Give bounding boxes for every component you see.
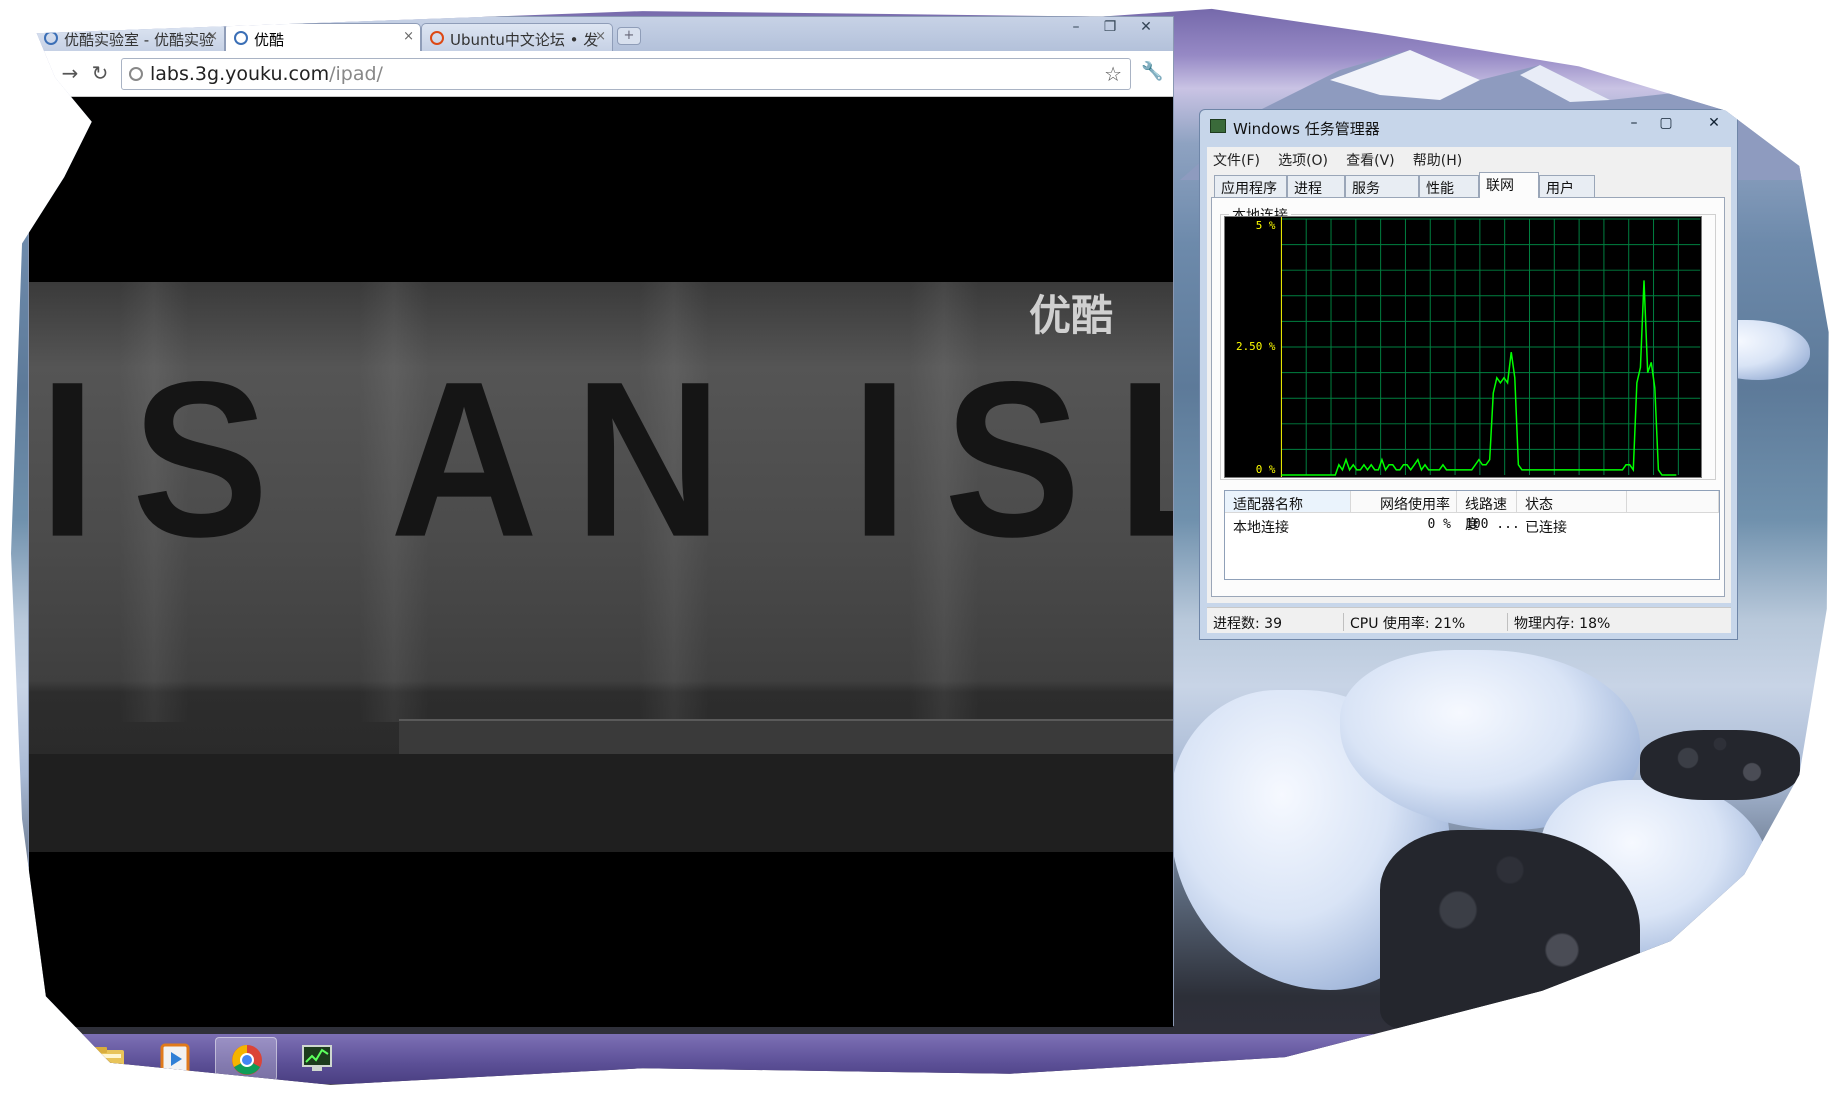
close-icon[interactable]: ✕ [1700, 114, 1728, 134]
maximize-icon[interactable]: ▢ [1652, 114, 1680, 134]
tab-processes[interactable]: 进程 [1287, 175, 1345, 197]
task-manager-app-icon [1210, 119, 1226, 133]
tab-label: 优酷 [254, 31, 285, 49]
globe-icon [234, 31, 248, 45]
taskbar [11, 1034, 1829, 1084]
minimize-icon[interactable]: – [1061, 17, 1091, 39]
adapter-state: 已连接 [1525, 520, 1567, 536]
url-host: labs.3g.youku.com [150, 63, 330, 85]
taskbar-media-player[interactable] [144, 1037, 206, 1081]
tab-services[interactable]: 服务 [1345, 175, 1419, 197]
tab-performance[interactable]: 性能 [1419, 175, 1479, 197]
browser-toolbar: → ↻ labs.3g.youku.com/ipad/ ☆ 🔧 [29, 51, 1173, 97]
menu-view[interactable]: 查看(V) [1346, 150, 1395, 170]
url-text[interactable]: labs.3g.youku.com/ipad/ [150, 63, 383, 85]
rocky-shore-right [1640, 730, 1800, 800]
youku-icon [44, 31, 58, 45]
browser-window: 优酷实验室 - 优酷实验 × 优酷 × Ubuntu中文论坛 • 发 × + –… [28, 16, 1174, 1027]
desktop-wallpaper: 优酷实验室 - 优酷实验 × 优酷 × Ubuntu中文论坛 • 发 × + –… [11, 8, 1829, 1085]
link-speed: 100 ... [1465, 517, 1520, 532]
tab-applications[interactable]: 应用程序 [1214, 175, 1287, 197]
status-bar: 进程数: 39 CPU 使用率: 21% 物理内存: 18% [1207, 607, 1731, 633]
col-network-usage[interactable]: 网络使用率 [1351, 491, 1457, 513]
usage-series-line [1281, 280, 1677, 476]
address-bar[interactable]: labs.3g.youku.com/ipad/ ☆ [121, 58, 1131, 90]
y-label-bottom: 0 % [1256, 463, 1276, 476]
adapter-name[interactable]: 本地连接 [1225, 517, 1295, 537]
bookmark-star-icon[interactable]: ☆ [1104, 62, 1122, 86]
tab-label: 优酷实验室 - 优酷实验 [64, 31, 214, 49]
taskbar-chrome[interactable] [215, 1037, 277, 1081]
menu-help[interactable]: 帮助(H) [1413, 150, 1462, 170]
video-lower-band [29, 754, 1173, 852]
tab-users[interactable]: 用户 [1539, 175, 1595, 197]
ubuntu-icon [430, 31, 444, 45]
new-tab-button[interactable]: + [617, 27, 641, 45]
col-adapter-name[interactable]: 适配器名称 [1225, 491, 1351, 513]
y-label-top: 5 % [1256, 219, 1276, 232]
tab-youku-labs[interactable]: 优酷实验室 - 优酷实验 × [35, 23, 225, 51]
reload-icon[interactable]: ↻ [87, 61, 113, 87]
menu-options[interactable]: 选项(O) [1278, 150, 1328, 170]
youku-watermark: 优酷 [1029, 291, 1114, 340]
close-icon[interactable]: × [595, 29, 606, 44]
network-usage-graph: 5 % 2.50 % 0 % [1224, 216, 1702, 478]
col-filler [1627, 491, 1719, 513]
tab-ubuntu-forum[interactable]: Ubuntu中文论坛 • 发 × [421, 23, 613, 51]
screenshot-stage: 优酷实验室 - 优酷实验 × 优酷 × Ubuntu中文论坛 • 发 × + –… [0, 0, 1836, 1107]
task-manager-titlebar[interactable]: Windows 任务管理器 – ▢ ✕ [1200, 110, 1737, 144]
status-processes: 进程数: 39 [1213, 616, 1282, 632]
window-title: Windows 任务管理器 [1233, 120, 1380, 138]
page-info-icon[interactable] [129, 67, 143, 81]
maximize-icon[interactable]: ❐ [1095, 17, 1125, 39]
chrome-icon [232, 1045, 262, 1075]
rocky-shore [1380, 830, 1640, 1030]
networking-panel: 本地连接 5 % 2.50 % 0 % 适配器名称 网络使用率 线路速度 状态 … [1211, 197, 1725, 597]
page-viewport: IS AN ISLA 优酷 [29, 97, 1173, 1027]
task-manager-body: 应用程序 进程 服务 性能 联网 用户 本地连接 5 % 2.50 % 0 % [1207, 169, 1731, 603]
tab-label: Ubuntu中文论坛 • 发 [450, 31, 599, 49]
minimize-icon[interactable]: – [1620, 114, 1648, 134]
media-player-icon [160, 1043, 190, 1075]
y-label-mid: 2.50 % [1236, 340, 1276, 353]
folder-icon [94, 1047, 124, 1072]
tab-networking[interactable]: 联网 [1479, 172, 1539, 198]
network-usage: 0 % [1427, 517, 1451, 532]
wrench-icon[interactable]: 🔧 [1141, 61, 1163, 82]
forward-icon[interactable]: → [57, 61, 83, 87]
video-ledge [399, 719, 1173, 754]
taskbar-explorer[interactable] [78, 1037, 140, 1081]
menu-bar: 文件(F) 选项(O) 查看(V) 帮助(H) [1207, 147, 1731, 169]
taskbar-task-manager[interactable] [286, 1037, 348, 1081]
status-cpu: CPU 使用率: 21% [1343, 613, 1465, 632]
close-window-icon[interactable]: ✕ [1131, 17, 1161, 39]
menu-file[interactable]: 文件(F) [1213, 150, 1260, 170]
task-manager-window: Windows 任务管理器 – ▢ ✕ 文件(F) 选项(O) 查看(V) 帮助… [1199, 109, 1738, 640]
task-manager-icon [302, 1045, 332, 1071]
video-player[interactable]: IS AN ISLA 优酷 [29, 282, 1173, 852]
col-state[interactable]: 状态 [1517, 491, 1627, 513]
close-icon[interactable]: × [403, 29, 414, 44]
status-memory: 物理内存: 18% [1507, 613, 1610, 632]
tab-youku[interactable]: 优酷 × [225, 23, 421, 51]
url-path: /ipad/ [329, 63, 383, 85]
close-icon[interactable]: × [207, 29, 218, 44]
tab-strip: 优酷实验室 - 优酷实验 × 优酷 × Ubuntu中文论坛 • 发 × + –… [29, 17, 1173, 51]
col-link-speed[interactable]: 线路速度 [1457, 491, 1517, 533]
video-frame-text: IS AN ISLA [39, 335, 1173, 584]
adapter-table: 适配器名称 网络使用率 线路速度 状态 本地连接 0 % 100 ... 已连接 [1224, 490, 1720, 580]
